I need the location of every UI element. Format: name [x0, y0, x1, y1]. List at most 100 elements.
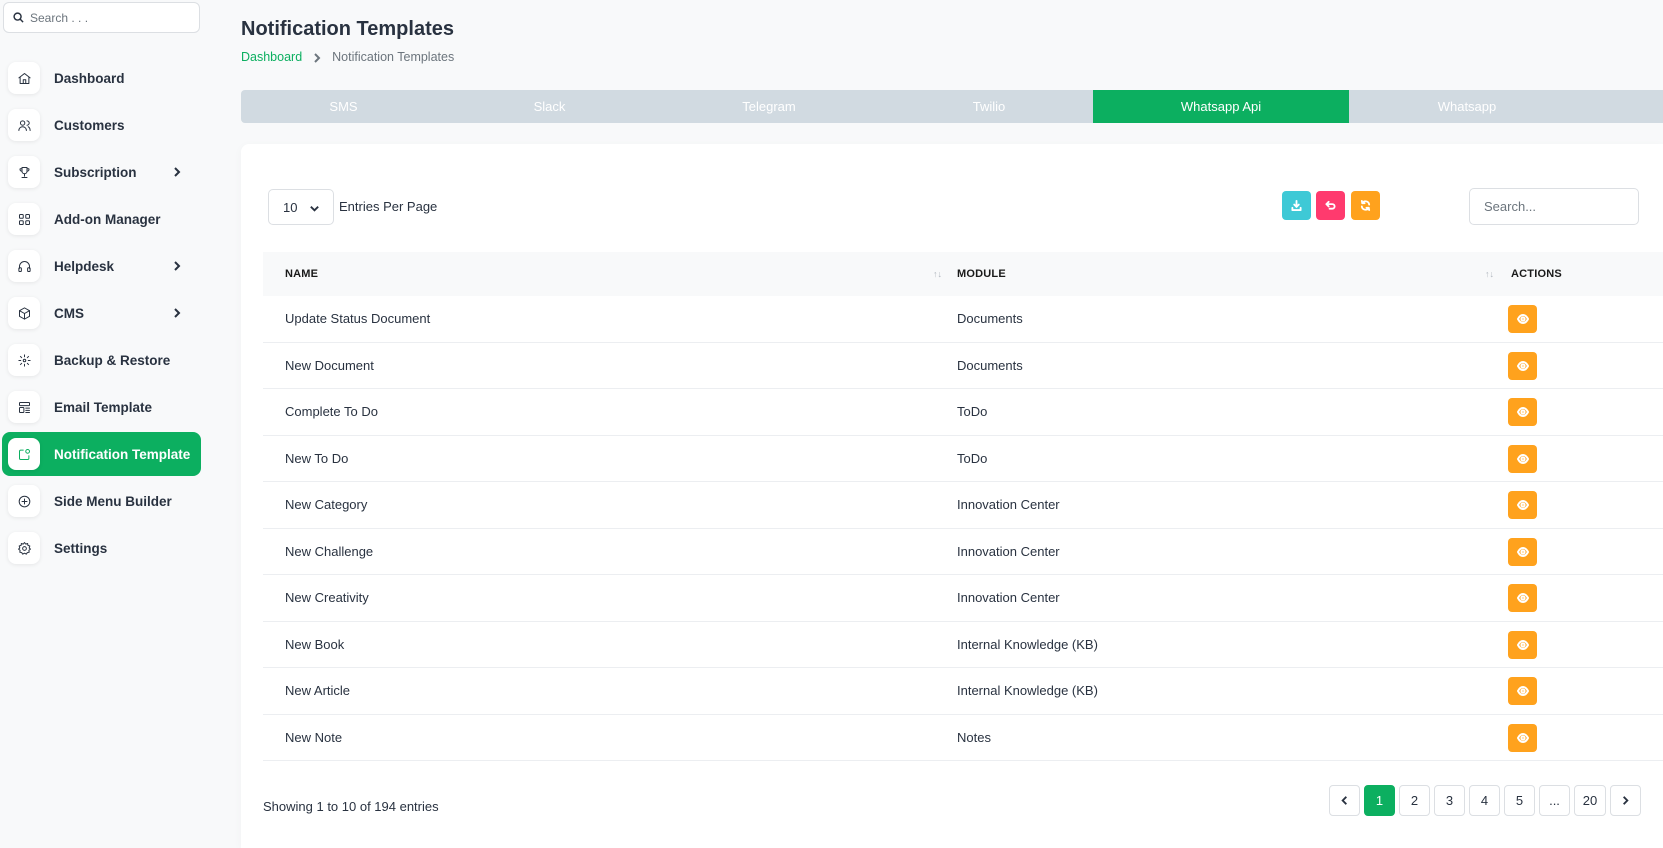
sidebar-item-cms[interactable]: CMS — [2, 291, 201, 335]
entries-per-page-select[interactable]: 10 — [268, 189, 334, 225]
cell-name: New To Do — [285, 450, 349, 466]
reset-button[interactable] — [1316, 191, 1345, 220]
refresh-button[interactable] — [1351, 191, 1380, 220]
cell-name: New Book — [285, 636, 345, 652]
sidebar-item-notification-template[interactable]: Notification Template — [2, 432, 201, 476]
sidebar-item-backup-restore[interactable]: Backup & Restore — [2, 338, 201, 382]
cell-module: Innovation Center — [957, 543, 1060, 559]
chevron-right-icon — [312, 52, 322, 63]
eye-icon — [1516, 732, 1529, 743]
pagination-page-4[interactable]: 4 — [1469, 785, 1500, 816]
view-button[interactable] — [1508, 537, 1537, 566]
sidebar-item-label: Helpdesk — [54, 258, 115, 274]
sort-icon[interactable]: ↑↓ — [1485, 269, 1494, 279]
table-header: NAME ↑↓ MODULE ↑↓ ACTIONS — [263, 252, 1663, 296]
cell-name: Complete To Do — [285, 404, 378, 419]
sidebar-search[interactable] — [3, 2, 200, 33]
sidebar-item-label: Notification Template — [54, 446, 191, 462]
template-icon — [8, 391, 40, 423]
tab-whatsapp[interactable]: Whatsapp — [1349, 90, 1585, 123]
view-button[interactable] — [1508, 491, 1537, 519]
breadcrumb-current: Notification Templates — [332, 50, 455, 64]
sidebar-item-helpdesk[interactable]: Helpdesk — [2, 244, 201, 288]
table-row: New Creativity Innovation Center — [263, 575, 1663, 622]
chevron-right-icon — [1623, 796, 1629, 805]
sidebar-item-dashboard[interactable]: Dashboard — [2, 56, 201, 100]
tab-sms[interactable]: SMS — [241, 90, 446, 123]
table-search-input[interactable] — [1469, 188, 1639, 225]
sidebar-item-label: Email Template — [54, 399, 153, 415]
view-button[interactable] — [1508, 351, 1537, 380]
chevron-left-icon — [1341, 796, 1347, 805]
plus-circle-icon — [8, 485, 40, 517]
sidebar-item-add-on-manager[interactable]: Add-on Manager — [2, 197, 201, 241]
breadcrumb-dashboard-link[interactable]: Dashboard — [241, 50, 302, 64]
entries-per-page-label: Entries Per Page — [339, 199, 438, 214]
sidebar-item-email-template[interactable]: Email Template — [2, 385, 201, 429]
pagination-prev-button[interactable] — [1329, 785, 1360, 816]
sort-icon[interactable]: ↑↓ — [933, 269, 942, 279]
sidebar-item-settings[interactable]: Settings — [2, 526, 201, 570]
sidebar-search-input[interactable] — [30, 10, 190, 25]
eye-icon — [1516, 546, 1529, 557]
cell-module: Internal Knowledge (KB) — [957, 683, 1098, 698]
eye-icon — [1516, 499, 1529, 511]
pagination-page-20[interactable]: 20 — [1574, 785, 1606, 816]
cell-module: Notes — [957, 729, 991, 745]
sidebar-item-label: Backup & Restore — [54, 352, 171, 368]
pagination-page-3[interactable]: 3 — [1434, 785, 1465, 816]
pagination-page-2[interactable]: 2 — [1399, 785, 1430, 816]
provider-tabs: SMS Slack Telegram Twilio Whatsapp Api Whatsa… — [241, 90, 1663, 123]
search-icon — [13, 12, 24, 23]
sidebar-item-subscription[interactable]: Subscription — [2, 150, 201, 194]
view-button[interactable] — [1508, 398, 1537, 426]
table-row: New To Do ToDo — [263, 436, 1663, 482]
chevron-right-icon — [171, 306, 183, 318]
column-header-module[interactable]: MODULE — [957, 268, 1006, 280]
view-button[interactable] — [1508, 584, 1537, 612]
view-button[interactable] — [1508, 305, 1537, 333]
eye-icon — [1516, 639, 1529, 650]
column-header-actions: ACTIONS — [1511, 268, 1562, 280]
pagination-page-1[interactable]: 1 — [1364, 785, 1395, 816]
cell-name: New Article — [285, 683, 351, 698]
view-button[interactable] — [1508, 723, 1537, 752]
notification-icon — [8, 438, 40, 470]
download-button[interactable] — [1282, 191, 1311, 220]
column-header-name[interactable]: NAME — [285, 268, 318, 280]
table-row: New Category Innovation Center — [263, 482, 1663, 529]
tab-telegram[interactable]: Telegram — [653, 90, 885, 123]
view-button[interactable] — [1508, 677, 1537, 705]
chevron-right-icon — [171, 259, 183, 271]
pagination-next-button[interactable] — [1610, 785, 1641, 816]
apps-icon — [8, 203, 40, 235]
tab-twilio[interactable]: Twilio — [885, 90, 1093, 123]
sidebar-item-label: Dashboard — [54, 70, 125, 86]
sidebar-item-label: Settings — [54, 540, 108, 556]
cell-module: Innovation Center — [957, 590, 1060, 605]
eye-icon — [1516, 592, 1529, 604]
breadcrumb: Dashboard Notification Templates — [241, 50, 454, 64]
cell-module: ToDo — [957, 404, 988, 419]
sidebar: Dashboard Customers Subscription Add-on Man… — [0, 0, 205, 848]
tab-slack[interactable]: Slack — [446, 90, 653, 123]
pagination-ellipsis: ... — [1539, 785, 1570, 816]
view-button[interactable] — [1508, 444, 1537, 473]
entries-per-page-value: 10 — [283, 199, 298, 215]
cell-name: New Creativity — [285, 590, 369, 605]
sidebar-item-label: Customers — [54, 117, 125, 133]
sidebar-item-side-menu-builder[interactable]: Side Menu Builder — [2, 479, 201, 523]
cell-module: Documents — [957, 311, 1023, 326]
sidebar-item-customers[interactable]: Customers — [2, 103, 201, 147]
package-icon — [8, 297, 40, 329]
eye-icon — [1516, 685, 1529, 697]
gear-icon — [8, 532, 40, 564]
pagination-page-5[interactable]: 5 — [1504, 785, 1535, 816]
tab-whatsapp-api[interactable]: Whatsapp Api — [1093, 90, 1349, 123]
refresh-icon — [1360, 200, 1371, 211]
undo-icon — [1325, 200, 1336, 210]
cell-name: Update Status Document — [285, 311, 431, 326]
cell-name: New Note — [285, 729, 343, 745]
view-button[interactable] — [1508, 630, 1537, 659]
table-row: New Book Internal Knowledge (KB) — [263, 622, 1663, 668]
